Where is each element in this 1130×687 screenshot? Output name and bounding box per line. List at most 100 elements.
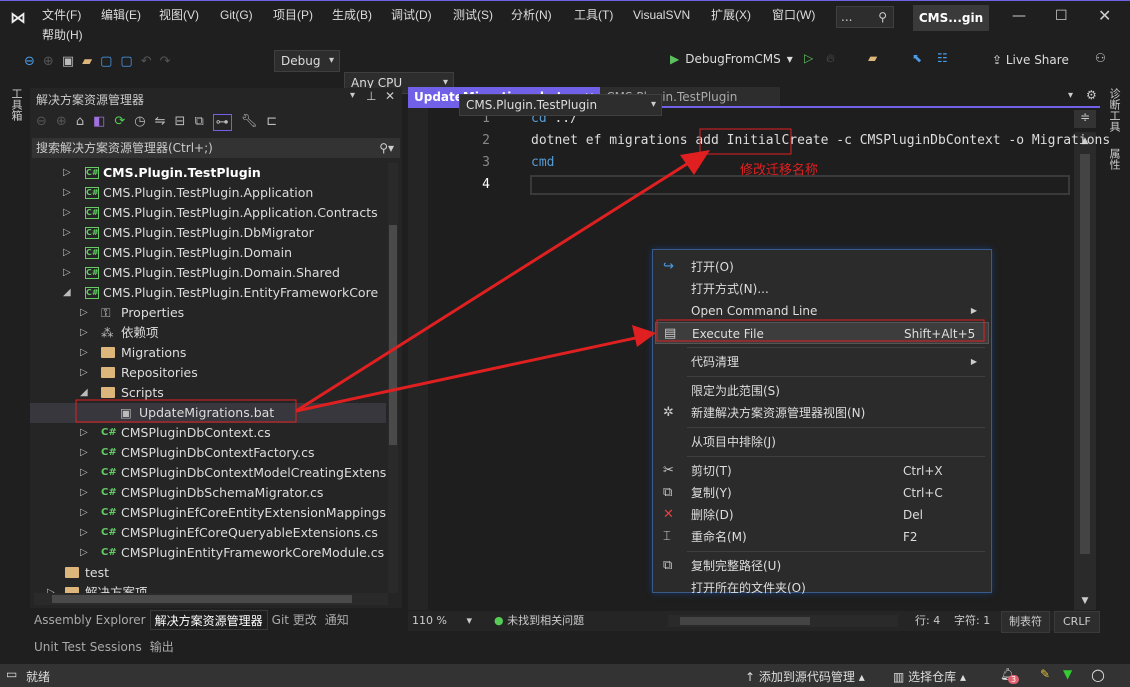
tree-item[interactable]: ▷ C# CMSPluginEntityFrameworkCoreModule.cs <box>30 543 386 563</box>
maximize-button[interactable]: ☐ <box>1055 8 1068 24</box>
save-icon[interactable]: ▢ <box>100 54 112 69</box>
tree-item[interactable]: ◢ C# CMS.Plugin.TestPlugin.EntityFramework… <box>30 283 386 303</box>
expand-arrow-icon[interactable]: ▷ <box>80 363 88 383</box>
tree-item[interactable]: ▷ C# CMS.Plugin.TestPlugin.Application <box>30 183 386 203</box>
expand-arrow-icon[interactable]: ◢ <box>80 383 88 403</box>
tree-item[interactable]: ▷ C# CMSPluginDbContextModelCreatingExtens… <box>30 463 386 483</box>
expand-arrow-icon[interactable]: ◢ <box>63 283 71 303</box>
expand-arrow-icon[interactable]: ▷ <box>63 183 71 203</box>
panel-tab[interactable]: 通知 <box>321 610 353 630</box>
tree-item[interactable]: ▷ C# CMS.Plugin.TestPlugin.Domain <box>30 243 386 263</box>
feedback-icon[interactable]: ⚇ <box>1095 51 1106 65</box>
expand-arrow-icon[interactable]: ▷ <box>63 263 71 283</box>
tree-item[interactable]: ▷ C# CMS.Plugin.TestPlugin <box>30 163 386 183</box>
h-scrollbar[interactable] <box>668 615 898 627</box>
expand-arrow-icon[interactable]: ▷ <box>63 223 71 243</box>
show-all-icon[interactable]: ⧉ <box>194 114 203 131</box>
tree-item[interactable]: ▷ C# CMSPluginEfCoreQueryableExtensions.cs <box>30 523 386 543</box>
expand-arrow-icon[interactable]: ▷ <box>80 543 88 563</box>
startup-project-dropdown[interactable]: CMS.Plugin.TestPlugin <box>459 94 662 116</box>
tree-item[interactable]: ▷ Migrations <box>30 343 386 363</box>
config-dropdown[interactable]: Debug <box>274 50 340 72</box>
menu-item[interactable]: 从项目中排除(J) <box>655 431 989 453</box>
expand-arrow-icon[interactable]: ▷ <box>80 463 88 483</box>
view-icon[interactable]: ⊶ <box>212 114 232 131</box>
menu-item[interactable]: 编辑(E) <box>101 6 141 26</box>
undo-icon[interactable]: ↶ <box>141 54 152 69</box>
tree-item[interactable]: ▷ C# CMS.Plugin.TestPlugin.Domain.Shared <box>30 263 386 283</box>
expand-arrow-icon[interactable]: ▷ <box>63 163 71 183</box>
redo-icon[interactable]: ↷ <box>160 54 171 69</box>
menu-item[interactable]: 代码清理 ▶ <box>655 351 989 373</box>
expand-arrow-icon[interactable]: ▷ <box>80 303 88 323</box>
menu-item[interactable]: 工具(T) <box>574 6 613 26</box>
expand-arrow-icon[interactable]: ▷ <box>80 443 88 463</box>
search-input[interactable]: 搜索解决方案资源管理器(Ctrl+;) ⚲▾ <box>32 138 400 158</box>
preview-icon[interactable]: ⊏ <box>266 114 277 131</box>
menu-item[interactable]: 帮助(H) <box>42 26 83 46</box>
horizontal-scrollbar[interactable] <box>34 593 388 605</box>
indent-mode[interactable]: 制表符 <box>1001 611 1050 633</box>
panel-options-icon[interactable]: ▾ <box>350 90 355 101</box>
editor-scrollbar[interactable]: ▲ ▼ <box>1074 132 1096 610</box>
notifications-icon[interactable]: 🔔︎ 3 <box>1000 667 1020 684</box>
back-icon[interactable]: ⊖ <box>24 54 35 69</box>
vertical-scrollbar[interactable] <box>388 163 398 593</box>
new-project-icon[interactable]: ▣ <box>62 54 74 69</box>
menu-item[interactable]: 打开方式(N)... <box>655 278 989 300</box>
tree-item[interactable]: ▷ C# CMSPluginDbContext.cs <box>30 423 386 443</box>
menu-item[interactable]: 打开所在的文件夹(O) <box>655 577 989 599</box>
menu-item[interactable]: ↪ 打开(O) <box>655 256 989 278</box>
select-icon[interactable]: ⬉ <box>912 51 922 65</box>
search-box[interactable]: ... ⚲ <box>836 6 894 28</box>
menu-item[interactable]: 文件(F) <box>42 6 81 26</box>
tree-item[interactable]: ▷ Repositories <box>30 363 386 383</box>
menu-item[interactable]: 生成(B) <box>332 6 372 26</box>
menu-item[interactable]: 分析(N) <box>511 6 552 26</box>
tree-item[interactable]: ▷ C# CMSPluginDbSchemaMigrator.cs <box>30 483 386 503</box>
menu-item[interactable]: 窗口(W) <box>772 6 815 26</box>
select-repo-button[interactable]: ▥ 选择仓库 ▴ <box>893 668 966 685</box>
hot-reload-icon[interactable]: 🔥︎ <box>826 51 835 66</box>
menu-item[interactable]: Git(G) <box>220 6 253 26</box>
menu-item[interactable]: ▤ Execute File Shift+Alt+5 <box>655 322 989 344</box>
tree-item[interactable]: ◢ Scripts <box>30 383 386 403</box>
menu-item[interactable]: ⌶ 重命名(M) F2 <box>655 526 989 548</box>
sync-active-icon[interactable]: ⇋ <box>155 114 166 131</box>
expand-arrow-icon[interactable]: ▷ <box>47 583 55 593</box>
toolbox-tab[interactable]: 工具箱 <box>8 88 24 121</box>
save-all-icon[interactable]: ▢ <box>120 54 132 69</box>
expand-arrow-icon[interactable]: ▷ <box>80 423 88 443</box>
home-icon[interactable]: ⌂ <box>76 114 84 131</box>
menu-item[interactable]: 项目(P) <box>273 6 313 26</box>
tree-item[interactable]: ▷ C# CMSPluginEfCoreEntityExtensionMapping… <box>30 503 386 523</box>
pending-changes-icon[interactable]: ◷ <box>134 114 145 131</box>
close-panel-icon[interactable]: ✕ <box>385 89 395 103</box>
line-ending[interactable]: CRLF <box>1054 611 1100 633</box>
expand-arrow-icon[interactable]: ▷ <box>80 483 88 503</box>
start-debug-button[interactable]: ▶ DebugFromCMS ▾ <box>670 52 793 66</box>
switch-view-icon[interactable]: ◧ <box>93 114 105 131</box>
add-source-control-button[interactable]: ↑ 添加到源代码管理 ▴ <box>745 668 865 685</box>
find-in-files-icon[interactable]: ▰ <box>868 51 877 65</box>
open-folder-icon[interactable]: ▰ <box>82 54 92 69</box>
issues-indicator[interactable]: ● 未找到相关问题 <box>494 611 584 631</box>
sync-icon[interactable]: ⟳ <box>114 114 125 131</box>
menu-item[interactable]: 测试(S) <box>453 6 493 26</box>
expand-arrow-icon[interactable]: ▷ <box>80 343 88 363</box>
pencil-icon[interactable]: ✎ <box>1040 667 1050 681</box>
code-line[interactable]: dotnet ef migrations add InitialCreate -… <box>531 133 1110 148</box>
expand-arrow-icon[interactable]: ▷ <box>80 323 88 343</box>
tree-item[interactable]: ▷ ⚿ Properties <box>30 303 386 323</box>
panel-tab[interactable]: Assembly Explorer <box>30 610 150 630</box>
menu-item[interactable]: 限定为此范围(S) <box>655 380 989 402</box>
collapse-all-icon[interactable]: ⊟ <box>175 114 186 131</box>
diagnostic-tools-tab[interactable]: 诊断工具 <box>1106 88 1122 132</box>
properties-icon[interactable]: 🔧︎ <box>241 114 258 131</box>
menu-item[interactable]: ✕ 删除(D) Del <box>655 504 989 526</box>
menu-item[interactable]: VisualSVN <box>633 6 690 26</box>
code-line[interactable]: cmd <box>531 155 554 170</box>
pin-icon[interactable]: ⊥ <box>366 89 376 103</box>
menu-item[interactable]: ✲ 新建解决方案资源管理器视图(N) <box>655 402 989 424</box>
menu-item[interactable]: ⧉ 复制(Y) Ctrl+C <box>655 482 989 504</box>
